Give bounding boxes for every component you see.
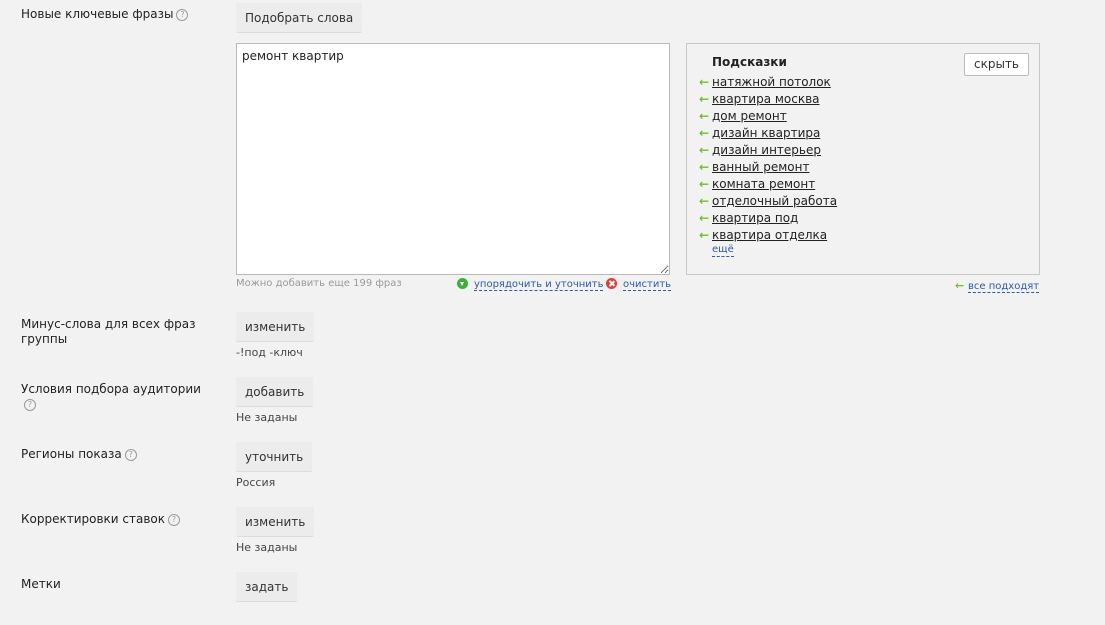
regions-value: Россия [236, 476, 276, 489]
set-tags-button[interactable]: задать [236, 572, 298, 602]
all-fit-link[interactable]: ← все подходят [955, 279, 1040, 293]
minus-words-label: Минус-слова для всех фраз группы [21, 317, 196, 346]
pick-words-button[interactable]: Подобрать слова [236, 3, 363, 33]
sort-icon [457, 278, 468, 289]
arrow-left-icon: ← [699, 228, 710, 242]
tags-label: Метки [21, 577, 61, 591]
arrow-left-icon: ← [699, 92, 710, 106]
suggestion-item[interactable]: ← отделочный работа [699, 193, 837, 210]
suggestion-link[interactable]: квартира под [712, 211, 798, 225]
remaining-phrases-note: Можно добавить еще 199 фраз [236, 278, 402, 289]
audience-value: Не заданы [236, 411, 298, 424]
suggestion-link[interactable]: комната ремонт [712, 177, 815, 191]
keywords-actions: Можно добавить еще 199 фраз упорядочить … [236, 278, 672, 292]
all-fit-text: все подходят [968, 281, 1040, 293]
suggestion-item[interactable]: ← дом ремонт [699, 108, 837, 125]
help-icon[interactable]: ? [24, 399, 36, 411]
minus-words-value: -!под -ключ [236, 346, 303, 359]
bid-adjustments-label-wrap: Корректировки ставок? [21, 512, 211, 527]
suggestion-link[interactable]: натяжной потолок [712, 75, 831, 89]
arrow-left-icon: ← [699, 177, 710, 191]
arrow-left-icon: ← [699, 194, 710, 208]
bid-adjustments-label: Корректировки ставок [21, 512, 166, 526]
keywords-label: Новые ключевые фразы [21, 7, 174, 21]
suggestion-item[interactable]: ← натяжной потолок [699, 74, 837, 91]
suggestion-item[interactable]: ← дизайн квартира [699, 125, 837, 142]
arrow-left-icon: ← [699, 126, 710, 140]
suggestions-panel: Подсказки скрыть ← натяжной потолок ← квар… [686, 43, 1040, 275]
suggestion-item[interactable]: ← ванный ремонт [699, 159, 837, 176]
sort-refine-text: упорядочить и уточнить [474, 279, 604, 291]
arrow-left-icon: ← [699, 75, 710, 89]
edit-minus-words-button[interactable]: изменить [236, 312, 315, 342]
suggestions-title: Подсказки [712, 55, 787, 69]
suggestion-link[interactable]: квартира москва [712, 92, 820, 106]
clear-link[interactable]: очистить [606, 278, 672, 291]
help-icon[interactable]: ? [168, 514, 181, 526]
edit-bid-adjustments-button[interactable]: изменить [236, 507, 315, 537]
arrow-left-icon: ← [955, 279, 965, 292]
suggestion-link[interactable]: дизайн квартира [712, 126, 820, 140]
clear-icon [606, 278, 617, 289]
hide-suggestions-button[interactable]: скрыть [964, 53, 1029, 76]
suggestion-link[interactable]: отделочный работа [712, 194, 837, 208]
arrow-left-icon: ← [699, 160, 710, 174]
suggestion-link[interactable]: ванный ремонт [712, 160, 809, 174]
regions-label-wrap: Регионы показа? [21, 447, 211, 462]
help-icon[interactable]: ? [124, 449, 137, 461]
keywords-label-wrap: Новые ключевые фразы? [21, 7, 211, 22]
suggestion-link[interactable]: квартира отделка [712, 228, 827, 242]
suggestion-item[interactable]: ← квартира москва [699, 91, 837, 108]
sort-refine-link[interactable]: упорядочить и уточнить [457, 278, 604, 291]
add-audience-button[interactable]: добавить [236, 377, 314, 407]
suggestion-item[interactable]: ← дизайн интерьер [699, 142, 837, 159]
audience-label-wrap: Условия подбора аудитории? [21, 382, 211, 412]
suggestion-item[interactable]: ← комната ремонт [699, 176, 837, 193]
more-suggestions-link[interactable]: ещё [712, 244, 734, 257]
regions-label: Регионы показа [21, 447, 122, 461]
bid-adjustments-value: Не заданы [236, 541, 298, 554]
suggestion-link[interactable]: дом ремонт [712, 109, 787, 123]
arrow-left-icon: ← [699, 109, 710, 123]
suggestion-item[interactable]: ← квартира под [699, 210, 837, 227]
clear-text: очистить [623, 279, 672, 291]
help-icon[interactable]: ? [176, 9, 189, 21]
suggestion-link[interactable]: дизайн интерьер [712, 143, 821, 157]
suggestion-item[interactable]: ← квартира отделка [699, 227, 837, 244]
arrow-left-icon: ← [699, 211, 710, 225]
suggestions-list: ← натяжной потолок ← квартира москва ← дом … [699, 74, 837, 244]
keywords-textarea[interactable]: ремонт квартир [236, 43, 670, 275]
audience-label: Условия подбора аудитории [21, 382, 201, 396]
arrow-left-icon: ← [699, 143, 710, 157]
refine-regions-button[interactable]: уточнить [236, 442, 313, 472]
